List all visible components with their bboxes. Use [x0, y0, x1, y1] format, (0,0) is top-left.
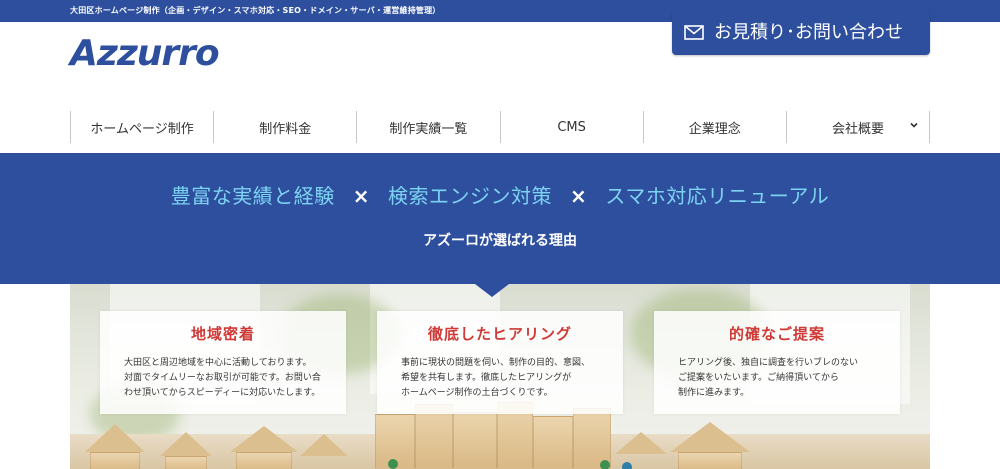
nav-item-philosophy[interactable]: 企業理念 — [644, 111, 787, 143]
feature-description-line: 希望を共有します。徹底したヒアリングが — [401, 373, 572, 383]
wooden-block — [165, 456, 207, 469]
wooden-block — [453, 412, 497, 469]
feature-card-local: 地域密着 大田区と周辺地域を中心に活動しております。 対面でタイムリーなお取引が… — [100, 311, 346, 414]
banner-subtitle: アズーロが選ばれる理由 — [423, 233, 577, 249]
nav-item-company[interactable]: 会社概要 — [787, 111, 931, 143]
block-roof — [670, 422, 750, 452]
toy-bead — [600, 460, 610, 469]
chevron-down-icon[interactable] — [909, 120, 919, 130]
feature-title: 徹底したヒアリング — [427, 325, 572, 343]
block-roof — [300, 434, 348, 456]
nav-item-portfolio[interactable]: 制作実績一覧 — [357, 111, 501, 143]
feature-description: ヒアリング後、独自に調査を行いブレのない ご提案をいたいます。ご納得頂いてから … — [678, 356, 884, 401]
contact-button[interactable]: お見積り･お問い合わせ — [672, 11, 930, 55]
feature-description-line: ご提案をいたいます。ご納得頂いてから — [678, 373, 839, 383]
tagline-separator: × — [352, 184, 371, 208]
feature-description-line: ヒアリング後、独自に調査を行いブレのない — [678, 358, 859, 368]
feature-card-proposal: 的確なご提案 ヒアリング後、独自に調査を行いブレのない ご提案をいたいます。ご納… — [654, 311, 900, 414]
feature-description-line: 対面でタイムリーなお取引が可能です。お問い合 — [124, 373, 321, 383]
feature-description: 事前に現状の問題を伺い、制作の目的、意図、 希望を共有します。徹底したヒアリング… — [401, 356, 607, 401]
toy-bead — [622, 462, 632, 469]
nav-item-label: CMS — [557, 119, 586, 135]
nav-item-homepage-production[interactable]: ホームページ制作 — [71, 111, 215, 143]
feature-title: 地域密着 — [190, 325, 255, 343]
toy-bead — [388, 459, 398, 469]
mail-icon — [684, 25, 704, 40]
block-roof — [615, 432, 667, 454]
banner-tagline: 豊富な実績と経験 × 検索エンジン対策 × スマホ対応リニューアル — [0, 180, 1000, 209]
block-roof — [160, 432, 212, 456]
feature-description-line: ホームページ制作の土台づくりです。 — [401, 388, 553, 398]
nav-item-label: 会社概要 — [831, 121, 884, 137]
wooden-block — [678, 452, 742, 469]
nav-item-label: ホームページ制作 — [90, 121, 194, 137]
block-roof — [85, 424, 145, 452]
nav-item-pricing[interactable]: 制作料金 — [214, 111, 358, 143]
tagline-separator: × — [570, 184, 588, 208]
main-nav: ホームページ制作 制作料金 制作実績一覧 CMS 企業理念 会社概要 — [70, 111, 931, 143]
tagline-mobile-renewal: スマホ対応リニューアル — [605, 184, 830, 208]
feature-description-line: 大田区と周辺地域を中心に活動しております。 — [124, 358, 312, 368]
nav-item-label: 制作料金 — [259, 121, 312, 137]
nav-item-cms[interactable]: CMS — [501, 111, 644, 143]
feature-card-hearing: 徹底したヒアリング 事前に現状の問題を伺い、制作の目的、意図、 希望を共有します… — [377, 311, 623, 414]
tagline-experience: 豊富な実績と経験 — [170, 184, 335, 208]
wooden-block — [90, 452, 140, 469]
feature-description-line: 事前に現状の問題を伺い、制作の目的、意図、 — [401, 358, 591, 368]
feature-title: 的確なご提案 — [728, 325, 825, 343]
block-roof — [230, 426, 298, 452]
banner-pointer — [475, 284, 509, 297]
logo[interactable]: Azzurro — [70, 32, 220, 76]
nav-item-label: 企業理念 — [688, 121, 741, 137]
tagline-seo: 検索エンジン対策 — [388, 184, 553, 208]
contact-button-label: お見積り･お問い合わせ — [714, 22, 903, 43]
feature-description: 大田区と周辺地域を中心に活動しております。 対面でタイムリーなお取引が可能です。… — [124, 356, 330, 401]
wooden-block — [533, 416, 573, 469]
site-description: 大田区ホームページ制作（企画・デザイン・スマホ対応・SEO・ドメイン・サーバ・運… — [70, 6, 441, 15]
feature-description-line: 制作に進みます。 — [678, 388, 750, 398]
wooden-block — [236, 452, 292, 469]
reasons-banner — [0, 153, 1000, 284]
nav-item-label: 制作実績一覧 — [389, 121, 468, 137]
feature-description-line: わせ頂いてからスピーディーに対応いたします。 — [124, 388, 321, 398]
